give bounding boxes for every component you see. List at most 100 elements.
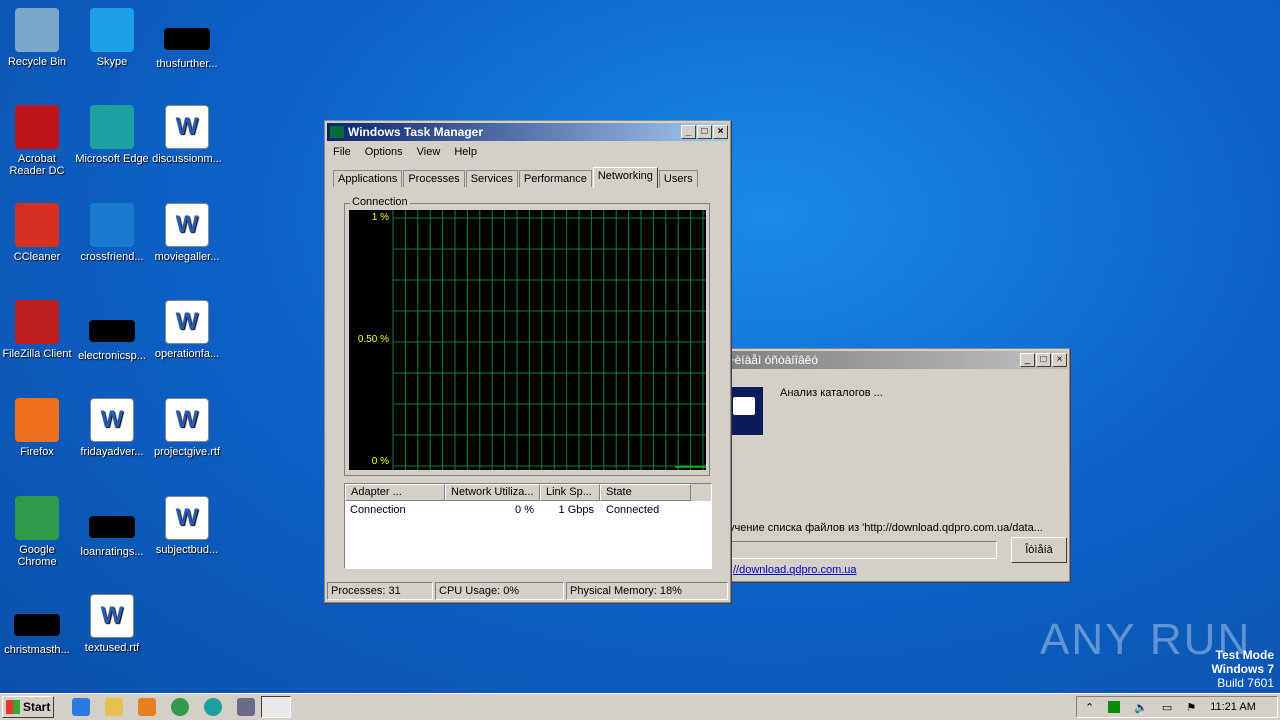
desktop-icon-label: Recycle Bin	[7, 56, 67, 68]
tab-performance[interactable]: Performance	[518, 170, 592, 187]
desktop-icon-label: operationfa...	[154, 348, 220, 360]
desktop-icon[interactable]: Wtextused.rtf	[75, 594, 149, 654]
desktop-icon-label: thusfurther...	[156, 58, 218, 70]
build-line: Build 7601	[1217, 676, 1274, 690]
desktop-icon-label: CCleaner	[13, 251, 61, 263]
windows-logo-icon	[6, 700, 20, 714]
menu-file[interactable]: File	[333, 146, 351, 158]
dialog-title: -÷èíàåì óñòàíîâêó	[724, 353, 818, 367]
desktop-icon-label: subjectbud...	[155, 544, 219, 556]
dialog-message: Анализ каталогов ...	[780, 387, 883, 399]
desktop-icon-label: projectgive.rtf	[153, 446, 221, 458]
taskbar: Start ⌃ 🔈 ▭ ⚑ 11:21 AM	[0, 693, 1280, 720]
cell-utilization: 0 %	[515, 504, 534, 516]
ie-icon[interactable]	[72, 698, 90, 716]
desktop-icon-label: Google Chrome	[17, 544, 57, 568]
group-label: Connection	[350, 196, 410, 208]
task-manager-titlebar[interactable]: Windows Task Manager _ □ ×	[327, 123, 728, 141]
clock[interactable]: 11:21 AM	[1210, 701, 1256, 713]
desktop-icon-label: crossfriend...	[80, 251, 144, 263]
desktop-icon[interactable]: electronicsp...	[75, 300, 149, 362]
tab-applications[interactable]: Applications	[333, 170, 403, 187]
desktop-icon[interactable]: Wdiscussionm...	[150, 105, 224, 165]
tab-processes[interactable]: Processes	[403, 170, 465, 187]
tab-users[interactable]: Users	[658, 170, 698, 187]
desktop-icon[interactable]: Woperationfa...	[150, 300, 224, 360]
desktop-icon-label: Acrobat Reader DC	[9, 153, 65, 177]
table-row[interactable]: Connection 0 % 1 Gbps Connected	[345, 501, 711, 516]
close-button[interactable]: ×	[1052, 353, 1067, 367]
desktop-icon[interactable]: CCleaner	[0, 203, 74, 263]
installer-taskbar-icon[interactable]	[237, 698, 255, 716]
desktop-icon-label: Firefox	[20, 446, 54, 458]
show-hidden-icons[interactable]: ⌃	[1085, 701, 1094, 714]
desktop-icon[interactable]: Wsubjectbud...	[150, 496, 224, 556]
desktop-icon[interactable]: Wprojectgive.rtf	[150, 398, 224, 458]
explorer-icon[interactable]	[105, 698, 123, 716]
desktop-icon-label: textused.rtf	[84, 642, 140, 654]
desktop-icon[interactable]: crossfriend...	[75, 203, 149, 263]
app-icon	[330, 126, 344, 138]
desktop-icon[interactable]: Wfridayadver...	[75, 398, 149, 458]
desktop-icon[interactable]: Skype	[75, 8, 149, 68]
cancel-button[interactable]: Îòìåíà	[1011, 537, 1067, 563]
edge-icon[interactable]	[204, 698, 222, 716]
maximize-button[interactable]: □	[697, 125, 712, 139]
chrome-icon	[15, 496, 59, 540]
desktop-icon-label: discussionm...	[152, 153, 222, 165]
minimize-button[interactable]: _	[1020, 353, 1035, 367]
menu-options[interactable]: Options	[365, 146, 403, 158]
desktop-icon[interactable]: loanratings...	[75, 496, 149, 558]
desktop-icon[interactable]: FileZilla Client	[0, 300, 74, 360]
media-player-icon[interactable]	[138, 698, 156, 716]
action-center-flag-icon[interactable]: ⚑	[1186, 701, 1196, 714]
test-mode-text: Test Mode Windows 7 Build 7601	[1211, 648, 1274, 690]
desktop-icon[interactable]: thusfurther...	[150, 8, 224, 70]
chrome-icon[interactable]	[171, 698, 189, 716]
progress-bar	[729, 541, 997, 559]
col-link-speed[interactable]: Link Sp...	[540, 484, 600, 501]
folder-icon	[90, 203, 134, 247]
acrobat-icon	[15, 105, 59, 149]
start-button[interactable]: Start	[2, 696, 54, 718]
desktop-icon[interactable]: Microsoft Edge	[75, 105, 149, 165]
desktop-icon-label: christmasth...	[4, 644, 70, 656]
cpu-usage: CPU Usage: 0%	[435, 582, 564, 600]
cell-state: Connected	[606, 504, 660, 516]
dialog-titlebar[interactable]: -÷èíàåì óñòàíîâêó _ □ ×	[721, 351, 1067, 369]
tab-networking[interactable]: Networking	[592, 167, 658, 188]
download-link[interactable]: //download.qdpro.com.ua	[733, 564, 857, 576]
desktop-icon[interactable]: christmasth...	[0, 594, 74, 656]
desktop-icon[interactable]: Firefox	[0, 398, 74, 458]
word-doc-icon: W	[165, 398, 209, 442]
windows-version-line: Windows 7	[1211, 662, 1274, 676]
desktop-icon-label: moviegaller...	[154, 251, 220, 263]
menu-bar: File Options View Help	[325, 143, 730, 161]
ccleaner-icon	[15, 203, 59, 247]
minimize-button[interactable]: _	[681, 125, 696, 139]
task-manager-taskbar-button[interactable]	[261, 696, 291, 718]
graph-label-top: 1 %	[371, 212, 389, 223]
network-activity-icon[interactable]	[1108, 701, 1121, 713]
close-button[interactable]: ×	[713, 125, 728, 139]
word-doc-icon: W	[90, 594, 134, 638]
desktop-icon[interactable]: Google Chrome	[0, 496, 74, 568]
desktop-icon[interactable]: Recycle Bin	[0, 8, 74, 68]
tab-services[interactable]: Services	[465, 170, 518, 187]
desktop-icon[interactable]: Wmoviegaller...	[150, 203, 224, 263]
network-icon[interactable]: ▭	[1162, 701, 1172, 714]
word-doc-icon: W	[165, 203, 209, 247]
installer-dialog: -÷èíàåì óñòàíîâêó _ □ × Анализ каталогов .…	[718, 348, 1070, 582]
filezilla-icon	[15, 300, 59, 344]
desktop-icon[interactable]: Acrobat Reader DC	[0, 105, 74, 177]
desktop-icon-label: Microsoft Edge	[75, 153, 149, 165]
col-utilization[interactable]: Network Utiliza...	[445, 484, 540, 501]
maximize-button[interactable]: □	[1036, 353, 1051, 367]
table-header: Adapter ... Network Utiliza... Link Sp..…	[345, 484, 711, 501]
menu-view[interactable]: View	[417, 146, 441, 158]
volume-icon[interactable]: 🔈	[1134, 701, 1148, 714]
desktop-icon-label: fridayadver...	[80, 446, 144, 458]
col-adapter[interactable]: Adapter ...	[345, 484, 445, 501]
col-state[interactable]: State	[600, 484, 691, 501]
menu-help[interactable]: Help	[454, 146, 477, 158]
